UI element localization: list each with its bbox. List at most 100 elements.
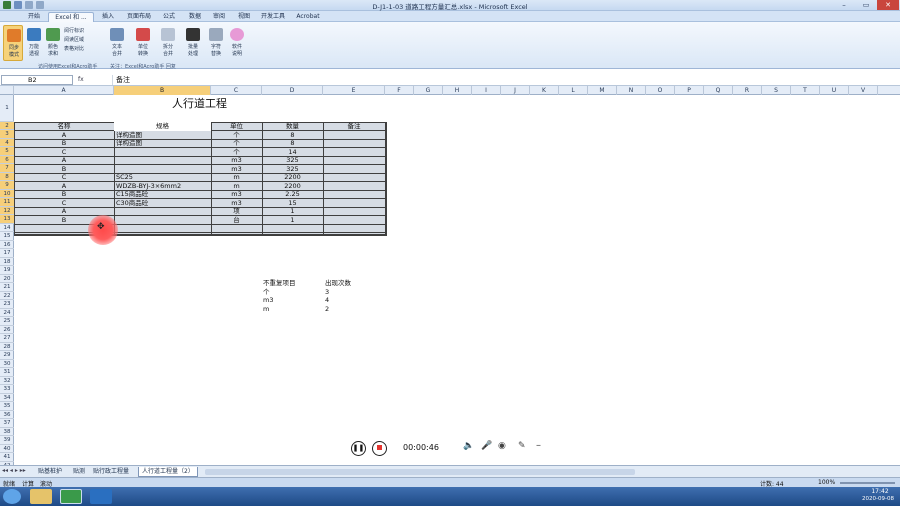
row-header[interactable]: 40 xyxy=(0,445,14,453)
table-cell[interactable]: C30商品砼 xyxy=(116,199,211,208)
table-cell[interactable]: 15 xyxy=(262,199,323,208)
table-cell[interactable]: m3 xyxy=(211,165,262,174)
row-header[interactable]: 7 xyxy=(0,164,14,173)
table-cell[interactable]: WDZB-BYJ-3×6mm2 xyxy=(116,182,211,191)
microphone-icon[interactable]: 🎤 xyxy=(481,441,492,451)
table-cell[interactable]: 1 xyxy=(262,216,323,225)
table-cell[interactable]: m3 xyxy=(211,190,262,199)
ribbon-button-help[interactable]: 软件 说明 xyxy=(227,25,247,61)
tab-review[interactable]: 审阅 xyxy=(208,12,230,22)
table-cell[interactable]: C15商品砼 xyxy=(116,190,211,199)
tab-home[interactable]: 开始 xyxy=(23,12,45,22)
speaker-icon[interactable]: 🔈 xyxy=(463,441,474,451)
table-cell[interactable]: 台 xyxy=(211,216,262,225)
row-header[interactable]: 39 xyxy=(0,436,14,445)
column-header[interactable]: K xyxy=(530,86,559,95)
tab-data[interactable]: 数据 xyxy=(184,12,206,22)
summary-cell[interactable]: 2 xyxy=(325,305,385,314)
table-cell[interactable]: C xyxy=(14,199,114,208)
table-cell[interactable]: 325 xyxy=(262,156,323,165)
tab-acrobat[interactable]: Acrobat xyxy=(293,12,323,22)
column-header[interactable]: Q xyxy=(704,86,733,95)
table-cell[interactable]: B xyxy=(14,139,114,148)
sheet-nav-icon[interactable]: ◂◂ ◂ ▸ ▸▸ xyxy=(2,467,26,474)
ribbon-button-text-merge[interactable]: 文本 合并 xyxy=(106,25,128,61)
column-header[interactable]: G xyxy=(414,86,443,95)
sheet-tab-active[interactable]: 人行道工程量（2） xyxy=(138,467,198,477)
table-cell[interactable]: 个 xyxy=(211,148,262,157)
office-button[interactable] xyxy=(2,11,20,22)
stop-button[interactable] xyxy=(372,440,387,456)
column-header[interactable]: T xyxy=(791,86,820,95)
table-cell[interactable]: C xyxy=(14,173,114,182)
table-cell[interactable]: m xyxy=(211,173,262,182)
pen-icon[interactable]: ✎ xyxy=(518,441,526,451)
row-header[interactable]: 27 xyxy=(0,334,14,343)
tab-page-layout[interactable]: 页面布局 xyxy=(124,12,154,22)
table-cell[interactable]: m xyxy=(211,182,262,191)
formula-input[interactable]: 备注 xyxy=(112,75,898,85)
ribbon-button-batch[interactable]: 批量 处理 xyxy=(182,25,204,61)
row-header[interactable]: 22 xyxy=(0,292,14,300)
row-header[interactable]: 24 xyxy=(0,309,14,317)
row-header[interactable]: 2 xyxy=(0,121,14,130)
close-button[interactable]: ✕ xyxy=(877,0,899,10)
summary-cell[interactable]: 3 xyxy=(325,288,385,297)
row-header[interactable]: 37 xyxy=(0,419,14,428)
column-header[interactable]: E xyxy=(323,86,385,95)
column-header[interactable]: P xyxy=(675,86,704,95)
row-header[interactable]: 32 xyxy=(0,377,14,385)
ribbon-button-color-sum[interactable]: 颜色 求和 xyxy=(44,25,62,61)
row-header[interactable]: 17 xyxy=(0,249,14,258)
row-header[interactable]: 38 xyxy=(0,428,14,436)
row-header[interactable]: 33 xyxy=(0,385,14,394)
row-header[interactable]: 28 xyxy=(0,343,14,351)
table-cell[interactable]: B xyxy=(14,165,114,174)
table-cell[interactable]: 2200 xyxy=(262,182,323,191)
table-cell[interactable]: 个 xyxy=(211,131,262,140)
row-header[interactable]: 3 xyxy=(0,130,14,139)
column-header[interactable]: J xyxy=(501,86,530,95)
row-header[interactable]: 23 xyxy=(0,300,14,309)
row-header[interactable]: 19 xyxy=(0,266,14,275)
column-header[interactable]: B xyxy=(114,86,211,95)
table-cell[interactable]: 8 xyxy=(262,139,323,148)
row-header[interactable]: 36 xyxy=(0,411,14,419)
table-cell[interactable]: A xyxy=(14,156,114,165)
summary-cell[interactable]: m3 xyxy=(263,296,323,305)
row-header[interactable]: 20 xyxy=(0,275,14,283)
tab-insert[interactable]: 插入 xyxy=(97,12,119,22)
ribbon-button-split[interactable]: 拆分 合并 xyxy=(157,25,179,61)
sheet-tab[interactable]: 贴基桩护 xyxy=(35,467,65,477)
column-header[interactable]: U xyxy=(820,86,849,95)
excel-taskbar-icon[interactable] xyxy=(60,489,82,504)
ribbon-button-replace[interactable]: 字符 替换 xyxy=(206,25,226,61)
row-header[interactable]: 10 xyxy=(0,189,14,198)
table-cell[interactable]: B xyxy=(14,190,114,199)
small-button-read-area[interactable]: 阅读区域 xyxy=(64,36,104,45)
row-header[interactable]: 11 xyxy=(0,198,14,207)
row-header[interactable]: 4 xyxy=(0,138,14,147)
summary-cell[interactable]: m xyxy=(263,305,323,314)
column-header[interactable]: N xyxy=(617,86,646,95)
summary-header[interactable]: 出现次数 xyxy=(325,279,385,288)
row-header[interactable]: 26 xyxy=(0,326,14,334)
table-cell[interactable]: 个 xyxy=(211,139,262,148)
row-header[interactable]: 21 xyxy=(0,283,14,292)
table-cell[interactable]: 14 xyxy=(262,148,323,157)
row-header[interactable]: 25 xyxy=(0,317,14,326)
start-button[interactable] xyxy=(3,489,21,504)
table-cell[interactable]: m3 xyxy=(211,156,262,165)
row-header[interactable]: 15 xyxy=(0,232,14,241)
ribbon-button-sync[interactable]: 同步 模式 xyxy=(3,25,23,61)
column-header[interactable]: M xyxy=(588,86,617,95)
row-header[interactable]: 14 xyxy=(0,224,14,232)
row-header[interactable]: 12 xyxy=(0,206,14,215)
row-header[interactable]: 1 xyxy=(0,95,14,122)
row-header[interactable]: 30 xyxy=(0,360,14,368)
table-cell[interactable]: m3 xyxy=(211,199,262,208)
table-cell[interactable]: 2.25 xyxy=(262,190,323,199)
ribbon-button-unit[interactable]: 单位 转换 xyxy=(132,25,154,61)
row-header[interactable]: 29 xyxy=(0,351,14,360)
restore-button[interactable]: ▭ xyxy=(855,0,877,10)
